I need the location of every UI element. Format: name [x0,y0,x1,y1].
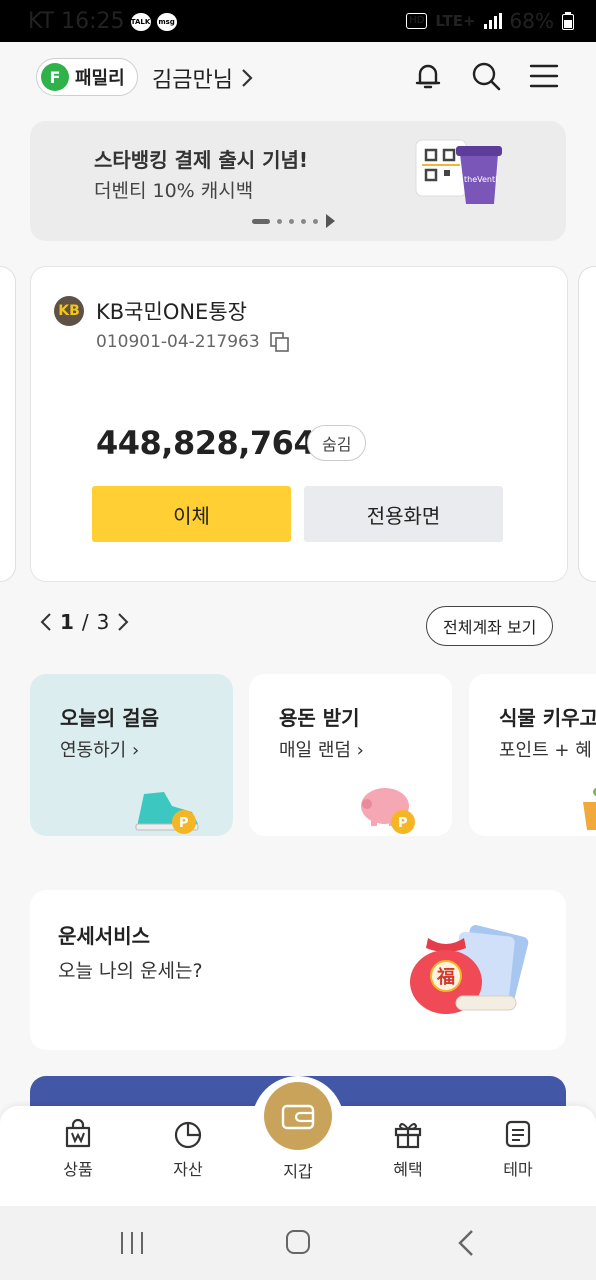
tile-subtitle: 연동하기 › [60,740,140,761]
account-number-row: 010901-04-217963 [96,332,290,352]
carrier-time: KT 16:25 [28,9,125,34]
wallet-icon [281,1104,315,1130]
tile-allowance[interactable]: 용돈 받기 매일 랜덤 › P [249,674,452,836]
account-balance: 448,828,764원 [96,424,339,462]
document-icon [505,1120,531,1148]
svg-text:P: P [398,816,408,831]
fortune-subtitle: 오늘 나의 운세는? [58,960,203,982]
tile-plant[interactable]: 식물 키우고 포인트 + 혜 [469,674,596,836]
chevron-left-icon[interactable] [40,612,52,632]
shopping-bag-icon [65,1118,91,1148]
prev-card-peek[interactable] [0,266,16,582]
nav-theme[interactable]: 테마 [478,1118,558,1180]
nav-label: 자산 [173,1160,203,1179]
message-icon: msg [156,12,177,31]
tile-title: 오늘의 걸음 [60,706,159,730]
chevron-right-icon [242,69,253,87]
piggy-bank-icon: P [361,788,415,834]
nav-label: 혜택 [393,1160,423,1179]
nav-products[interactable]: 상품 [38,1118,118,1180]
pager-dot [277,218,282,224]
next-card-peek[interactable] [578,266,596,582]
signal-icon [483,13,502,29]
play-icon[interactable] [325,214,335,228]
battery-icon [562,12,574,30]
account-name: KB국민ONE통장 [96,300,247,324]
user-name: 김금만님 [152,68,233,93]
page-current: 1 [60,610,74,634]
family-label: 패밀리 [75,68,125,89]
nav-assets[interactable]: 자산 [148,1118,228,1180]
dedicated-screen-button[interactable]: 전용화면 [304,486,503,542]
user-name-link[interactable]: 김금만님 [152,62,253,94]
nav-label: 상품 [63,1160,93,1179]
tile-title: 용돈 받기 [279,706,360,730]
nav-wallet-button[interactable] [264,1082,332,1150]
tile-today-steps[interactable]: 오늘의 걸음 연동하기 › P [30,674,233,836]
nav-label: 지갑 [283,1162,313,1181]
tile-subtitle: 매일 랜덤 › [279,740,364,761]
cup-label: theVenti [464,175,497,184]
network-indicator: LTE+ [435,12,476,30]
banner-subtitle: 더벤티 10% 캐시백 [94,180,254,202]
pager-dot [313,218,318,224]
nav-benefits[interactable]: 혜택 [368,1118,448,1180]
tile-subtitle: 포인트 + 혜 [499,740,592,761]
pager-dot-active [252,218,270,224]
pager-dot [301,218,306,224]
sneaker-icon: P [135,792,199,834]
nav-label: 테마 [503,1160,533,1179]
family-initial: F [41,63,69,91]
copy-icon[interactable] [269,332,290,352]
svg-text:P: P [179,816,189,831]
view-all-accounts-button[interactable]: 전체계좌 보기 [426,606,554,646]
balance-amount: 448,828,764 [96,424,316,462]
page-total: 3 [96,610,110,634]
account-pagination: 1 / 3 [40,610,129,634]
kb-logo: KB [54,296,84,326]
account-number: 010901-04-217963 [96,332,260,352]
status-right: HD LTE+ 68% [406,9,574,33]
pie-chart-icon [174,1121,202,1149]
menu-icon[interactable] [528,60,560,92]
family-badge[interactable]: F 패밀리 [36,58,138,96]
lucky-bag-icon: 福 [410,925,529,1014]
chevron-right-icon[interactable] [117,612,129,632]
hide-balance-button[interactable]: 숨김 [307,425,367,461]
recent-apps-icon[interactable] [118,1230,146,1256]
back-icon[interactable] [456,1229,476,1257]
plant-pot-icon [583,787,596,830]
home-icon[interactable] [285,1229,313,1257]
page-separator: / [81,610,89,634]
tile-title: 식물 키우고 [499,706,596,730]
search-icon[interactable] [470,60,502,92]
transfer-button[interactable]: 이체 [92,486,291,542]
banner-pager[interactable] [252,214,335,228]
battery-percent: 68% [509,9,554,33]
pager-dot [289,218,294,224]
banner-title: 스타뱅킹 결제 출시 기념! [94,148,309,172]
qr-coffee-icon: theVenti [415,139,502,204]
kakaotalk-icon: TALK [130,12,151,31]
gift-icon [394,1123,422,1149]
hd-voice-icon: HD [406,13,428,29]
status-left: KT 16:25 TALK msg [28,9,177,34]
bag-character: 福 [436,966,455,988]
bell-icon[interactable] [412,60,444,92]
fortune-title: 운세서비스 [58,924,150,948]
